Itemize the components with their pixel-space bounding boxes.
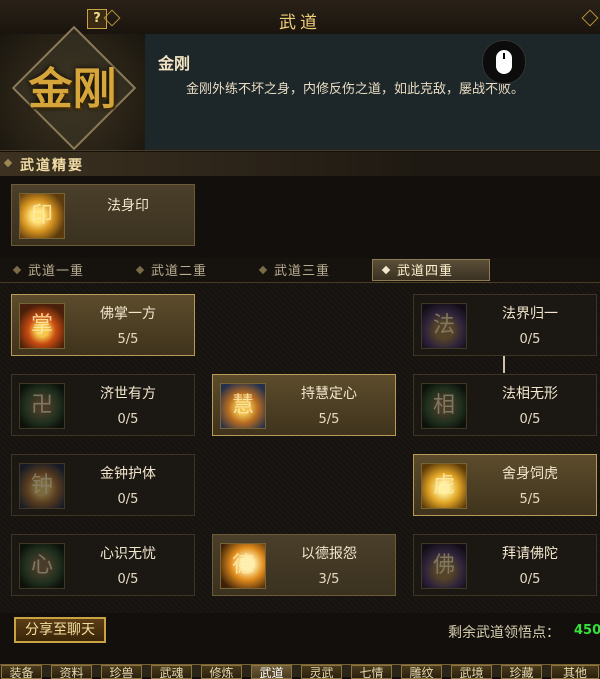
virtue-icon: 德	[220, 543, 266, 589]
skill-label: 持慧定心	[301, 386, 357, 402]
bottom-tab-spirit-weapon[interactable]: 灵武	[301, 665, 342, 679]
bottom-tab-martial-realm[interactable]: 武境	[451, 665, 492, 679]
mind-carefree-icon: 心	[19, 543, 65, 589]
skill-card-swastika[interactable]: 卍 济世有方 0/5	[11, 374, 195, 436]
bottom-tab-equipment[interactable]: 装备	[1, 665, 42, 679]
skill-count: 0/5	[117, 412, 139, 427]
skill-label: 济世有方	[100, 386, 156, 402]
skill-count: 5/5	[519, 492, 541, 507]
bottom-tab-collection[interactable]: 珍藏	[501, 665, 542, 679]
skill-count: 5/5	[117, 332, 139, 347]
mouse-wheel-icon	[503, 53, 505, 59]
skill-label: 以德报怨	[301, 546, 357, 562]
vajra-emblem: 金刚	[28, 64, 117, 115]
skill-count: 0/5	[117, 492, 139, 507]
skill-card-invoke-buddha[interactable]: 佛 拜请佛陀 0/5	[413, 534, 597, 596]
skill-label: 拜请佛陀	[502, 546, 558, 562]
skill-card-mind-carefree[interactable]: 心 心识无忧 0/5	[11, 534, 195, 596]
sacrifice-tiger-icon: 虎	[421, 463, 467, 509]
skill-card-virtue[interactable]: 德 以德报怨 3/5	[212, 534, 396, 596]
skill-card-dharma-realm[interactable]: 法 法界归一 0/5	[413, 294, 597, 356]
share-to-chat-button[interactable]: 分享至聊天	[14, 617, 106, 643]
skill-name: 金刚	[158, 54, 191, 73]
skill-connector-line	[503, 355, 505, 373]
bottom-tab-other[interactable]: 其他	[551, 665, 599, 679]
skill-card-sacrifice-tiger[interactable]: 虎 舍身饲虎 5/5	[413, 454, 597, 516]
formless-icon: 相	[421, 383, 467, 429]
skill-card-wisdom[interactable]: 慧 持慧定心 5/5	[212, 374, 396, 436]
bottom-tab-cultivation[interactable]: 修炼	[201, 665, 242, 679]
window-title: 武道	[279, 13, 321, 33]
tab-tier-2[interactable]: 武道二重	[151, 260, 207, 280]
essence-section-bar	[0, 152, 600, 176]
skill-label: 法相无形	[502, 386, 558, 402]
buddha-palm-icon: 掌	[19, 303, 65, 349]
mouse-icon	[482, 40, 526, 84]
dharma-seal-icon: 印	[19, 193, 65, 239]
skill-count: 3/5	[318, 572, 340, 587]
skill-label: 舍身饲虎	[502, 466, 558, 482]
skill-description: 金刚外练不坏之身，内修反伤之道，如此克敌，屡战不败。	[186, 82, 525, 97]
skill-count: 0/5	[519, 572, 541, 587]
tab-tier-3[interactable]: 武道三重	[274, 260, 330, 280]
dharma-realm-icon: 法	[421, 303, 467, 349]
bottom-tab-wudao[interactable]: 武道	[251, 665, 292, 679]
swastika-icon: 卍	[19, 383, 65, 429]
essence-item-label: 法身印	[107, 198, 149, 214]
essence-section-title: 武道精要	[20, 158, 84, 174]
bottom-tab-martial-soul[interactable]: 武魂	[151, 665, 192, 679]
remaining-points-label: 剩余武道领悟点：	[448, 625, 560, 641]
skill-count: 0/5	[117, 572, 139, 587]
skill-label: 法界归一	[502, 306, 558, 322]
remaining-points-value: 450	[574, 623, 600, 638]
skill-label: 佛掌一方	[100, 306, 156, 322]
bottom-tab-seven-emotions[interactable]: 七情	[351, 665, 392, 679]
skill-count: 5/5	[318, 412, 340, 427]
invoke-buddha-icon: 佛	[421, 543, 467, 589]
wisdom-icon: 慧	[220, 383, 266, 429]
essence-item-card[interactable]: 印 法身印	[11, 184, 195, 246]
bottom-tab-pets[interactable]: 珍兽	[101, 665, 142, 679]
tab-tier-4[interactable]: 武道四重	[397, 260, 453, 280]
skill-label: 心识无忧	[100, 546, 156, 562]
golden-bell-icon: 钟	[19, 463, 65, 509]
skill-count: 0/5	[519, 412, 541, 427]
skill-label: 金钟护体	[100, 466, 156, 482]
skill-count: 0/5	[519, 332, 541, 347]
skill-card-buddha-palm[interactable]: 掌 佛掌一方 5/5	[11, 294, 195, 356]
bottom-tab-engraving[interactable]: 雕纹	[401, 665, 442, 679]
skill-card-golden-bell[interactable]: 钟 金钟护体 0/5	[11, 454, 195, 516]
bottom-tab-profile[interactable]: 资料	[51, 665, 92, 679]
skill-card-formless[interactable]: 相 法相无形 0/5	[413, 374, 597, 436]
tab-tier-1[interactable]: 武道一重	[28, 260, 84, 280]
